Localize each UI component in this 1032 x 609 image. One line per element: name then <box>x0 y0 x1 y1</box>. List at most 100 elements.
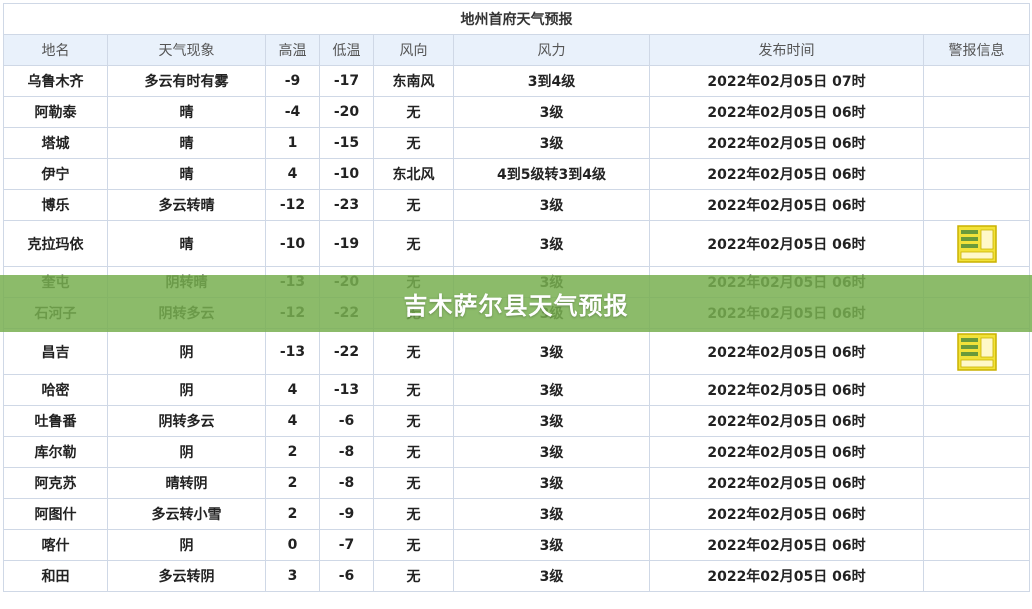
header-warning: 警报信息 <box>923 34 1030 66</box>
cell-warning <box>923 529 1030 561</box>
cell-high: 4 <box>265 158 320 190</box>
header-wind-dir: 风向 <box>373 34 454 66</box>
cell-wind-force: 3级 <box>453 374 650 406</box>
warning-signal-icon[interactable] <box>956 332 997 371</box>
cell-warning <box>923 96 1030 128</box>
table-row: 博乐 多云转晴 -12 -23 无 3级 2022年02月05日 06时 <box>3 189 1030 221</box>
cell-wind-force: 3级 <box>453 498 650 530</box>
cell-high: 2 <box>265 498 320 530</box>
cell-weather: 阴 <box>107 328 266 375</box>
cell-place: 阿图什 <box>3 498 108 530</box>
table-row: 昌吉阴 -13 -22 无 3级 2022年02月05日 06时 <box>3 328 1030 375</box>
table-row: 阿图什 多云转小雪 2 -9 无 3级 2022年02月05日 06时 <box>3 498 1030 530</box>
table-row: 阿克苏 晴转阴 2 -8 无 3级 2022年02月05日 06时 <box>3 467 1030 499</box>
cell-warning <box>923 405 1030 437</box>
cell-wind-force: 3级 <box>453 467 650 499</box>
warning-signal-icon[interactable] <box>956 224 997 263</box>
cell-high: 1 <box>265 127 320 159</box>
cell-place: 博乐 <box>3 189 108 221</box>
cell-place: 乌鲁木齐 <box>3 65 108 97</box>
cell-wind-dir: 无 <box>373 436 454 468</box>
cell-wind-dir: 无 <box>373 529 454 561</box>
cell-time: 2022年02月05日 06时 <box>649 220 924 267</box>
cell-weather: 晴 <box>107 220 266 267</box>
cell-low: -19 <box>319 220 374 267</box>
overlay-banner: 吉木萨尔县天气预报 <box>0 275 1032 332</box>
table-row: 吐鲁番 阴转多云 4 -6 无 3级 2022年02月05日 06时 <box>3 405 1030 437</box>
cell-wind-dir: 无 <box>373 96 454 128</box>
cell-weather: 多云有时有雾 <box>107 65 266 97</box>
cell-low: -10 <box>319 158 374 190</box>
cell-weather: 阴转多云 <box>107 405 266 437</box>
cell-wind-force: 3级 <box>453 127 650 159</box>
cell-high: 3 <box>265 560 320 592</box>
cell-warning <box>923 374 1030 406</box>
header-high: 高温 <box>265 34 320 66</box>
cell-wind-dir: 无 <box>373 560 454 592</box>
cell-low: -17 <box>319 65 374 97</box>
cell-warning[interactable] <box>923 328 1030 375</box>
cell-place: 库尔勒 <box>3 436 108 468</box>
cell-weather: 晴转阴 <box>107 467 266 499</box>
cell-warning <box>923 158 1030 190</box>
cell-low: -23 <box>319 189 374 221</box>
table-row: 和田 多云转阴 3 -6 无 3级 2022年02月05日 06时 <box>3 560 1030 592</box>
table-header-row: 地名 天气现象 高温 低温 风向 风力 发布时间 警报信息 <box>3 34 1030 66</box>
cell-warning <box>923 467 1030 499</box>
cell-warning <box>923 560 1030 592</box>
cell-time: 2022年02月05日 06时 <box>649 436 924 468</box>
cell-place: 伊宁 <box>3 158 108 190</box>
cell-warning <box>923 498 1030 530</box>
cell-place: 和田 <box>3 560 108 592</box>
cell-warning[interactable] <box>923 220 1030 267</box>
cell-weather: 阴 <box>107 374 266 406</box>
cell-high: 4 <box>265 374 320 406</box>
cell-wind-force: 3到4级 <box>453 65 650 97</box>
cell-warning <box>923 127 1030 159</box>
table-row: 阿勒泰晴 -4 -20 无 3级 2022年02月05日 06时 <box>3 96 1030 128</box>
cell-place: 阿勒泰 <box>3 96 108 128</box>
cell-wind-dir: 无 <box>373 374 454 406</box>
cell-time: 2022年02月05日 07时 <box>649 65 924 97</box>
table-row: 伊宁晴 4 -10 东北风 4到5级转3到4级 2022年02月05日 06时 <box>3 158 1030 190</box>
cell-time: 2022年02月05日 06时 <box>649 405 924 437</box>
cell-time: 2022年02月05日 06时 <box>649 498 924 530</box>
cell-place: 哈密 <box>3 374 108 406</box>
cell-wind-dir: 无 <box>373 189 454 221</box>
cell-high: -12 <box>265 189 320 221</box>
cell-place: 喀什 <box>3 529 108 561</box>
cell-low: -15 <box>319 127 374 159</box>
cell-low: -6 <box>319 560 374 592</box>
header-wind-force: 风力 <box>453 34 650 66</box>
header-weather: 天气现象 <box>107 34 266 66</box>
cell-wind-force: 3级 <box>453 189 650 221</box>
cell-weather: 多云转阴 <box>107 560 266 592</box>
cell-time: 2022年02月05日 06时 <box>649 189 924 221</box>
cell-wind-force: 3级 <box>453 529 650 561</box>
cell-place: 昌吉 <box>3 328 108 375</box>
cell-wind-force: 3级 <box>453 220 650 267</box>
cell-wind-dir: 无 <box>373 328 454 375</box>
cell-wind-force: 3级 <box>453 328 650 375</box>
cell-low: -20 <box>319 96 374 128</box>
cell-low: -6 <box>319 405 374 437</box>
table-row: 乌鲁木齐 多云有时有雾 -9 -17 东南风 3到4级 2022年02月05日 07时 <box>3 65 1030 97</box>
cell-high: -4 <box>265 96 320 128</box>
cell-place: 塔城 <box>3 127 108 159</box>
cell-high: -13 <box>265 328 320 375</box>
cell-wind-dir: 无 <box>373 220 454 267</box>
cell-time: 2022年02月05日 06时 <box>649 467 924 499</box>
cell-wind-dir: 无 <box>373 467 454 499</box>
table-row: 塔城晴 1 -15 无 3级 2022年02月05日 06时 <box>3 127 1030 159</box>
cell-time: 2022年02月05日 06时 <box>649 328 924 375</box>
cell-wind-force: 3级 <box>453 405 650 437</box>
banner-title: 吉木萨尔县天气预报 <box>403 292 629 320</box>
cell-low: -8 <box>319 467 374 499</box>
cell-wind-dir: 无 <box>373 405 454 437</box>
cell-time: 2022年02月05日 06时 <box>649 127 924 159</box>
cell-wind-dir: 东北风 <box>373 158 454 190</box>
header-low: 低温 <box>319 34 374 66</box>
cell-wind-dir: 无 <box>373 498 454 530</box>
cell-low: -9 <box>319 498 374 530</box>
cell-low: -13 <box>319 374 374 406</box>
